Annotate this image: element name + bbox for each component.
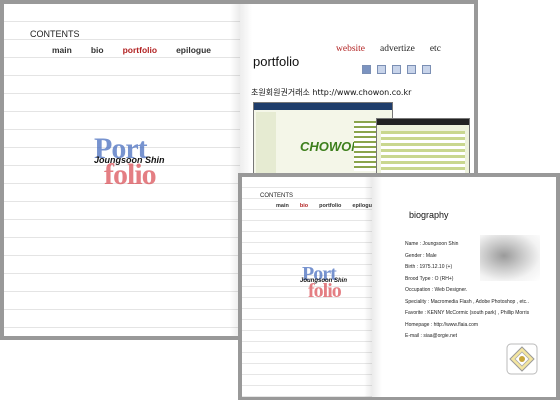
logo-name-small: Joungsoon Shin: [300, 278, 347, 284]
nav-website[interactable]: website: [336, 44, 365, 54]
biography-book-window: CONTENTS main bio portfolio epilogue Por…: [238, 173, 560, 400]
contents-heading-small: CONTENTS: [260, 193, 293, 199]
bio-favorite: Favorite : KENNY McCormic (south park) ,…: [405, 310, 530, 316]
bio-name: Name : Joungsoon Shin: [405, 241, 459, 247]
category-nav: website advertize etc: [336, 44, 441, 54]
portfolio-left-page: CONTENTS main bio portfolio epilogue Por…: [4, 4, 240, 336]
nav-bio-small[interactable]: bio: [300, 203, 308, 209]
nav-advertize[interactable]: advertize: [380, 44, 415, 54]
page-square-1[interactable]: [362, 65, 371, 74]
contents-heading: CONTENTS: [30, 29, 80, 39]
bio-details: Name : Joungsoon Shin Gender : Male Birt…: [405, 239, 529, 343]
website-screenshot-main[interactable]: CHOWON: [253, 102, 393, 184]
bio-homepage[interactable]: Homepage : http://www.flaia.com: [405, 320, 529, 332]
nav-portfolio[interactable]: portfolio: [123, 45, 157, 55]
chowon-logo: CHOWON: [300, 139, 361, 154]
logo-name: Joungsoon Shin: [94, 155, 165, 165]
page-indicator: [362, 61, 437, 79]
main-nav-small: main bio portfolio epilogue: [276, 203, 372, 209]
page-square-3[interactable]: [392, 65, 401, 74]
nav-portfolio-small[interactable]: portfolio: [319, 203, 341, 209]
portfolio-logo-small: Port folio Joungsoon Shin: [300, 263, 370, 313]
bio-email[interactable]: E-mail : siaa@orgie.net: [405, 331, 529, 343]
biography-left-page: CONTENTS main bio portfolio epilogue Por…: [242, 177, 372, 397]
emblem-icon[interactable]: [506, 343, 538, 375]
nav-main[interactable]: main: [52, 45, 72, 55]
nav-main-small[interactable]: main: [276, 203, 289, 209]
portfolio-logo: Port folio Joungsoon Shin: [92, 132, 212, 212]
page-gutter-shadow-right-small: [372, 177, 382, 397]
page-title: portfolio: [253, 54, 300, 69]
site-title: 초원회원권거래소 http://www.chowon.co.kr: [251, 88, 412, 97]
page-square-4[interactable]: [407, 65, 416, 74]
bio-blood-type: Brood Type : O (RH+): [405, 275, 454, 282]
page-gutter-shadow-small: [364, 177, 372, 397]
bio-occupation: Occupation : Web Designer.: [405, 287, 468, 293]
main-nav: main bio portfolio epilogue: [52, 45, 211, 55]
bio-gender: Gender : Male: [405, 252, 437, 259]
page-square-2[interactable]: [377, 65, 386, 74]
nav-epilogue[interactable]: epilogue: [176, 45, 211, 55]
bio-birth: Birth : 1975.12.10 (+): [405, 264, 453, 270]
nav-etc[interactable]: etc: [430, 44, 441, 54]
biography-right-page: biography Name : Joungsoon Shin Gender :…: [372, 177, 556, 397]
bio-speciality: Speciality : Macromedia Flash , Adobe Ph…: [405, 298, 529, 305]
page-square-5[interactable]: [422, 65, 431, 74]
biography-title: biography: [409, 210, 449, 220]
nav-bio[interactable]: bio: [91, 45, 104, 55]
